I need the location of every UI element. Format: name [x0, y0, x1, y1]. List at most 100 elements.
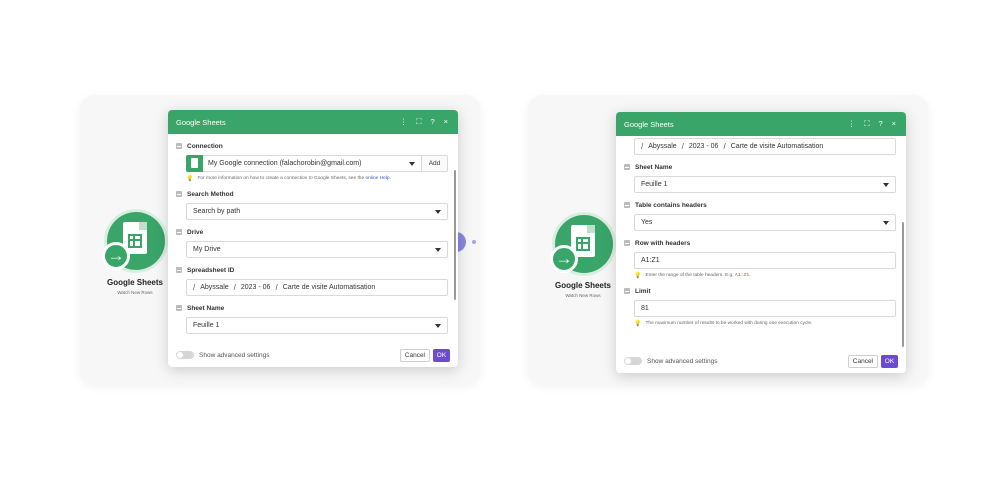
field-label: Sheet Name [187, 304, 225, 312]
chevron-down-icon [409, 162, 415, 166]
collapse-toggle-icon[interactable] [624, 288, 630, 294]
module-settings-dialog-right: Google Sheets ⋮ ⛶ ? × / Abyssale /2023 - … [616, 112, 906, 373]
hint-text: Enter the range of the table headers. E.… [645, 273, 734, 278]
cancel-button[interactable]: Cancel [847, 354, 878, 368]
field-label: Sheet Name [635, 163, 673, 171]
chevron-down-icon [435, 248, 441, 252]
dialog-body: / Abyssale /2023 - 06 /Carte de visite Au… [616, 136, 906, 349]
lightbulb-icon: 💡 [186, 176, 194, 182]
spreadsheet-path-picker[interactable]: / Abyssale /2023 - 06 /Carte de visite Au… [186, 279, 448, 296]
limit-hint: 💡 The maximum number of results to be wo… [634, 320, 896, 327]
field-label: Table contains headers [635, 201, 707, 209]
field-label: Search Method [187, 190, 234, 198]
field-label: Limit [635, 287, 651, 295]
spreadsheet-path-picker[interactable]: / Abyssale /2023 - 06 /Carte de visite Au… [634, 138, 896, 155]
help-icon[interactable]: ? [878, 119, 882, 129]
limit-field: Limit 81 💡 The maximum number of results… [624, 285, 896, 327]
connection-select[interactable]: My Google connection (falachorobin@gmail… [203, 155, 422, 172]
search-method-select[interactable]: Search by path [186, 203, 448, 220]
chevron-down-icon [435, 210, 441, 214]
connection-hint: 💡 For more information on how to create … [186, 175, 448, 182]
hint-code: A1:Z1 [734, 273, 750, 278]
dialog-header: Google Sheets ⋮ ⛶ ? × [616, 112, 906, 136]
dialog-title: Google Sheets [176, 117, 226, 127]
advanced-settings-toggle[interactable] [176, 351, 194, 359]
table-headers-field: Table contains headers Yes [624, 199, 896, 231]
search-method-field: Search Method Search by path [176, 188, 448, 220]
ok-button[interactable]: OK [881, 354, 898, 368]
expand-icon[interactable]: ⛶ [864, 119, 869, 129]
dialog-footer: Show advanced settings Cancel OK [616, 349, 906, 373]
select-value: Search by path [193, 208, 241, 215]
dialog-body: Connection My Google connection (falacho… [168, 134, 458, 343]
collapse-toggle-icon[interactable] [624, 240, 630, 246]
input-value: 81 [641, 305, 649, 312]
select-value: Feuille 1 [193, 322, 220, 329]
collapse-toggle-icon[interactable] [176, 229, 182, 235]
collapse-toggle-icon[interactable] [624, 202, 630, 208]
collapse-toggle-icon[interactable] [176, 191, 182, 197]
close-icon[interactable]: × [444, 117, 448, 127]
sheet-name-field: Sheet Name Feuille 1 [176, 302, 448, 334]
collapse-toggle-icon[interactable] [176, 305, 182, 311]
path-segment[interactable]: Carte de visite Automatisation [731, 143, 824, 150]
google-sheets-icon [186, 155, 203, 172]
dialog-title: Google Sheets [624, 119, 674, 129]
more-vert-icon[interactable]: ⋮ [848, 119, 856, 129]
select-value: Feuille 1 [641, 181, 668, 188]
connector-dot [472, 240, 476, 244]
field-label: Connection [187, 142, 223, 150]
dialog-footer: Show advanced settings Cancel OK [168, 343, 458, 367]
hint-text: The maximum number of results to be work… [645, 321, 813, 326]
trigger-arrow-icon: → [102, 242, 130, 270]
advanced-settings-label: Show advanced settings [199, 351, 270, 359]
input-value: A1:Z1 [641, 257, 660, 264]
path-segment[interactable]: Abyssale [648, 143, 676, 150]
expand-icon[interactable]: ⛶ [416, 117, 421, 127]
path-segment[interactable]: Carte de visite Automatisation [283, 284, 376, 291]
spreadsheet-id-field: Spreadsheet ID / Abyssale /2023 - 06 /Car… [176, 264, 448, 296]
field-label: Row with headers [635, 239, 691, 247]
collapse-toggle-icon[interactable] [624, 164, 630, 170]
chevron-down-icon [435, 324, 441, 328]
help-icon[interactable]: ? [430, 117, 434, 127]
advanced-settings-toggle[interactable] [624, 357, 642, 365]
select-value: Yes [641, 219, 653, 226]
limit-input[interactable]: 81 [634, 300, 896, 317]
scrollbar[interactable] [454, 170, 456, 300]
online-help-link[interactable]: online Help. [365, 176, 390, 181]
connection-field: Connection My Google connection (falacho… [176, 140, 448, 182]
row-with-headers-field: Row with headers A1:Z1 💡 Enter the range… [624, 237, 896, 279]
cancel-button[interactable]: Cancel [399, 348, 430, 362]
more-vert-icon[interactable]: ⋮ [400, 117, 408, 127]
row-with-headers-input[interactable]: A1:Z1 [634, 252, 896, 269]
collapse-toggle-icon[interactable] [176, 267, 182, 273]
path-segment[interactable]: Abyssale [200, 284, 228, 291]
module-settings-dialog-left: Google Sheets ⋮ ⛶ ? × Connection My Goog… [168, 110, 458, 367]
drive-select[interactable]: My Drive [186, 241, 448, 258]
lightbulb-icon: 💡 [634, 273, 642, 279]
drive-field: Drive My Drive [176, 226, 448, 258]
scrollbar[interactable] [902, 222, 904, 347]
path-segment[interactable]: 2023 - 06 [689, 143, 719, 150]
sheet-name-select[interactable]: Feuille 1 [634, 176, 896, 193]
chevron-down-icon [883, 221, 889, 225]
chevron-down-icon [883, 183, 889, 187]
add-connection-button[interactable]: Add [422, 155, 448, 172]
connection-value: My Google connection (falachorobin@gmail… [208, 160, 362, 167]
advanced-settings-label: Show advanced settings [647, 357, 718, 365]
ok-button[interactable]: OK [433, 348, 450, 362]
close-icon[interactable]: × [892, 119, 896, 129]
trigger-arrow-icon: → [550, 245, 578, 273]
sheet-name-field: Sheet Name Feuille 1 [624, 161, 896, 193]
sheet-name-select[interactable]: Feuille 1 [186, 317, 448, 334]
field-label: Drive [187, 228, 204, 236]
path-segment[interactable]: 2023 - 06 [241, 284, 271, 291]
field-label: Spreadsheet ID [187, 266, 235, 274]
collapse-toggle-icon[interactable] [176, 143, 182, 149]
select-value: My Drive [193, 246, 221, 253]
dialog-header: Google Sheets ⋮ ⛶ ? × [168, 110, 458, 134]
table-headers-select[interactable]: Yes [634, 214, 896, 231]
hint-text: For more information on how to create a … [197, 176, 365, 181]
lightbulb-icon: 💡 [634, 321, 642, 327]
